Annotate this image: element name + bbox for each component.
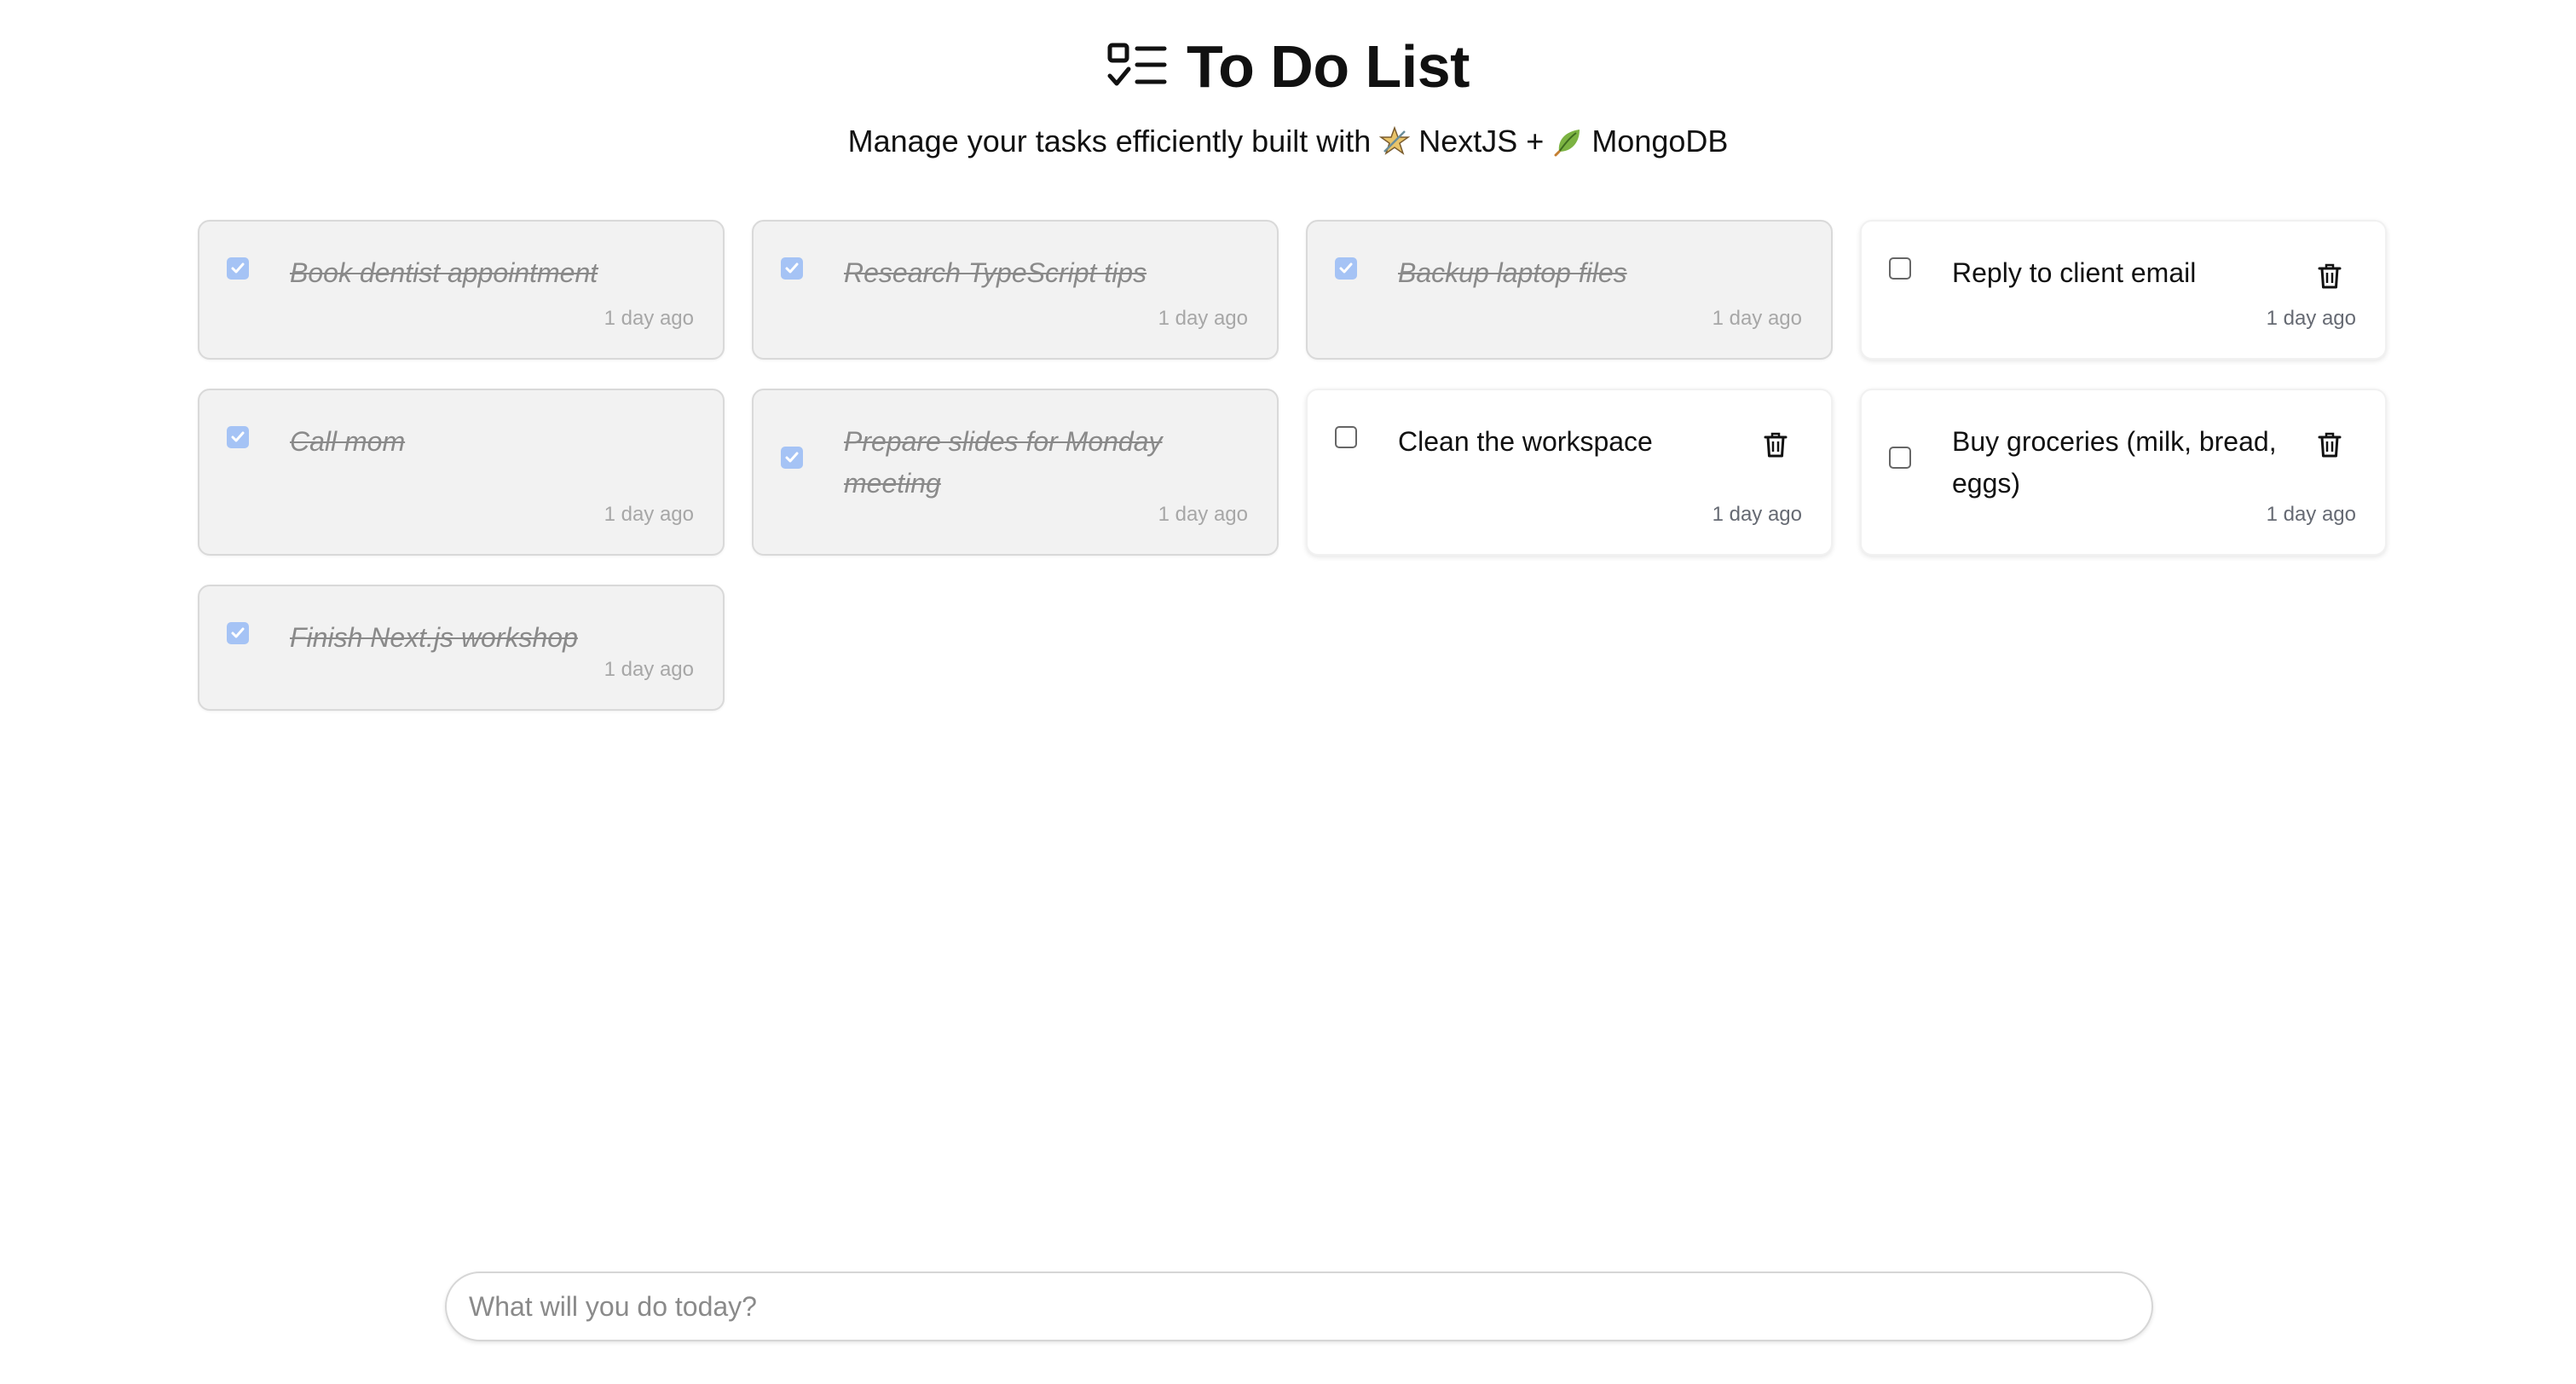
check-icon	[231, 627, 245, 638]
task-text: Prepare slides for Monday meeting	[844, 426, 1163, 499]
check-icon	[785, 262, 799, 274]
task-checkbox[interactable]	[1889, 257, 1911, 280]
delete-button[interactable]	[2315, 261, 2344, 291]
page-subtitle: Manage your tasks efficiently built with…	[0, 123, 2576, 160]
leaf-icon	[1552, 126, 1583, 157]
task-checkbox[interactable]	[227, 426, 249, 448]
task-text: Finish Next.js workshop	[290, 622, 578, 653]
task-card: Call mom 1 day ago	[198, 389, 725, 556]
trash-icon	[1764, 432, 1788, 458]
task-timestamp: 1 day ago	[1158, 503, 1248, 526]
task-timestamp: 1 day ago	[604, 307, 694, 330]
task-timestamp: 1 day ago	[604, 503, 694, 526]
task-card: Research TypeScript tips 1 day ago	[752, 220, 1279, 360]
trash-icon	[2318, 263, 2342, 289]
title-row: To Do List	[0, 32, 2576, 101]
task-timestamp: 1 day ago	[1158, 307, 1248, 330]
trash-icon	[2318, 432, 2342, 458]
task-text: Call mom	[290, 426, 406, 457]
tech-mongodb: MongoDB	[1591, 124, 1729, 159]
task-text: Book dentist appointment	[290, 257, 598, 288]
check-icon	[785, 452, 799, 463]
delete-button[interactable]	[2315, 430, 2344, 460]
task-checkbox[interactable]	[1335, 426, 1357, 448]
check-icon	[1339, 262, 1353, 274]
task-text: Research TypeScript tips	[844, 257, 1147, 288]
task-card: Prepare slides for Monday meeting 1 day …	[752, 389, 1279, 556]
task-card: Backup laptop files 1 day ago	[1306, 220, 1833, 360]
task-timestamp: 1 day ago	[1712, 307, 1802, 330]
task-card: Buy groceries (milk, bread, eggs) 1 day …	[1860, 389, 2387, 556]
task-text: Clean the workspace	[1398, 426, 1653, 457]
tech-nextjs: NextJS	[1418, 124, 1518, 159]
check-icon	[231, 262, 245, 274]
task-text: Backup laptop files	[1398, 257, 1627, 288]
plus-sign: +	[1526, 124, 1545, 159]
task-checkbox[interactable]	[1335, 257, 1357, 280]
task-card: Clean the workspace 1 day ago	[1306, 389, 1833, 556]
task-checkbox[interactable]	[227, 257, 249, 280]
task-text: Reply to client email	[1952, 257, 2197, 288]
task-timestamp: 1 day ago	[2266, 503, 2356, 526]
task-text: Buy groceries (milk, bread, eggs)	[1952, 426, 2277, 499]
check-icon	[231, 431, 245, 442]
subtitle-text: Manage your tasks efficiently built with	[847, 124, 1372, 159]
task-timestamp: 1 day ago	[604, 658, 694, 681]
task-checkbox[interactable]	[1889, 447, 1911, 469]
task-checkbox[interactable]	[781, 257, 803, 280]
task-grid: Book dentist appointment 1 day ago Resea…	[198, 220, 2388, 711]
task-checkbox[interactable]	[227, 622, 249, 644]
task-card: Reply to client email 1 day ago	[1860, 220, 2387, 360]
star-icon	[1379, 126, 1411, 157]
new-task-input[interactable]	[447, 1273, 2151, 1340]
task-card: Finish Next.js workshop 1 day ago	[198, 585, 725, 711]
task-card: Book dentist appointment 1 day ago	[198, 220, 725, 360]
task-timestamp: 1 day ago	[2266, 307, 2356, 330]
delete-button[interactable]	[1761, 430, 1790, 460]
task-checkbox[interactable]	[781, 447, 803, 469]
page-header: To Do List Manage your tasks efficiently…	[0, 32, 2576, 160]
list-checks-icon	[1106, 42, 1168, 91]
task-timestamp: 1 day ago	[1712, 503, 1802, 526]
new-task-input-wrapper	[445, 1272, 2153, 1341]
page-title: To Do List	[1187, 33, 1470, 100]
